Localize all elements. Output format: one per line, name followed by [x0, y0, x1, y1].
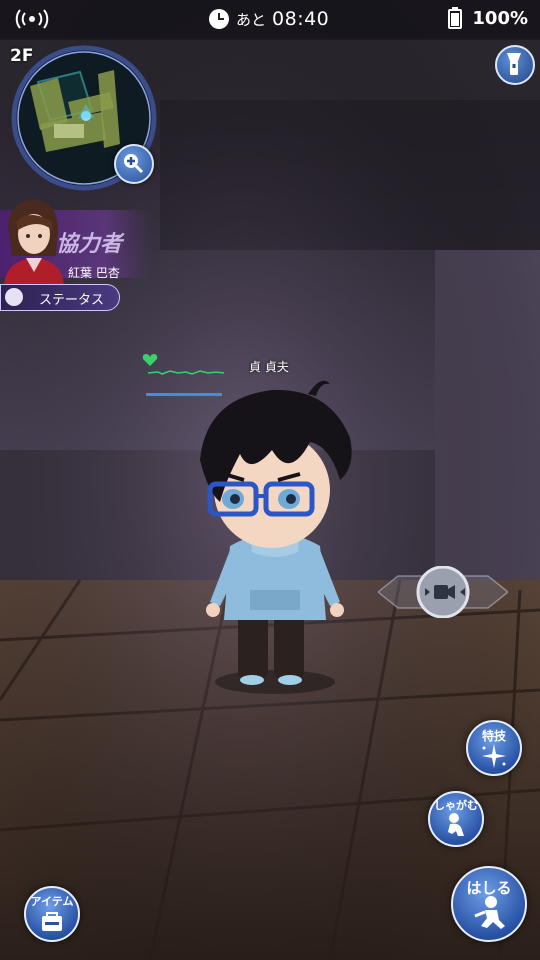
- status-gear-icon: [5, 288, 23, 306]
- signal-icon: [15, 9, 49, 29]
- crouch-icon: [448, 813, 464, 836]
- clock-icon: [209, 9, 229, 29]
- run-icon: [474, 896, 505, 929]
- partner-name: 紅葉 巴杏: [68, 266, 120, 280]
- time-value: 08:40: [272, 8, 330, 30]
- zoom-in-icon: [124, 154, 144, 174]
- run-button[interactable]: はしる: [451, 866, 527, 942]
- player-character: [200, 380, 352, 694]
- heart-icon: [142, 354, 158, 366]
- map-zoom-button[interactable]: [114, 144, 154, 184]
- crouch-button[interactable]: しゃがむ: [428, 791, 484, 847]
- run-label: はしる: [466, 879, 512, 897]
- skill-label: 特技: [481, 729, 506, 743]
- game-screen: あと 08:40 100% 2F 協力者 紅葉 巴杏 ステータス 貞 貞夫 特技…: [0, 0, 540, 960]
- battery-percent: 100%: [472, 7, 528, 29]
- status-button-label: ステータス: [39, 293, 105, 308]
- crouch-label: しゃがむ: [434, 799, 478, 812]
- partner-panel: 協力者 紅葉 巴杏 ステータス: [0, 196, 150, 316]
- flashlight-icon: [507, 53, 521, 75]
- time-prefix: あと: [236, 10, 267, 29]
- battery-icon: [448, 7, 463, 29]
- skill-button[interactable]: 特技: [466, 720, 522, 776]
- camera-control[interactable]: [378, 566, 508, 618]
- sparkle-icon: [482, 744, 506, 768]
- status-button[interactable]: ステータス: [0, 284, 120, 311]
- remaining-time: あと 08:40: [208, 6, 329, 32]
- item-label: アイテム: [30, 895, 74, 908]
- item-button[interactable]: アイテム: [24, 886, 80, 942]
- partner-portrait: [4, 200, 64, 286]
- bag-icon: [42, 912, 62, 931]
- floor-indicator: 2F: [10, 46, 34, 66]
- flashlight-button[interactable]: [495, 45, 535, 85]
- status-bar: あと 08:40 100%: [0, 0, 540, 38]
